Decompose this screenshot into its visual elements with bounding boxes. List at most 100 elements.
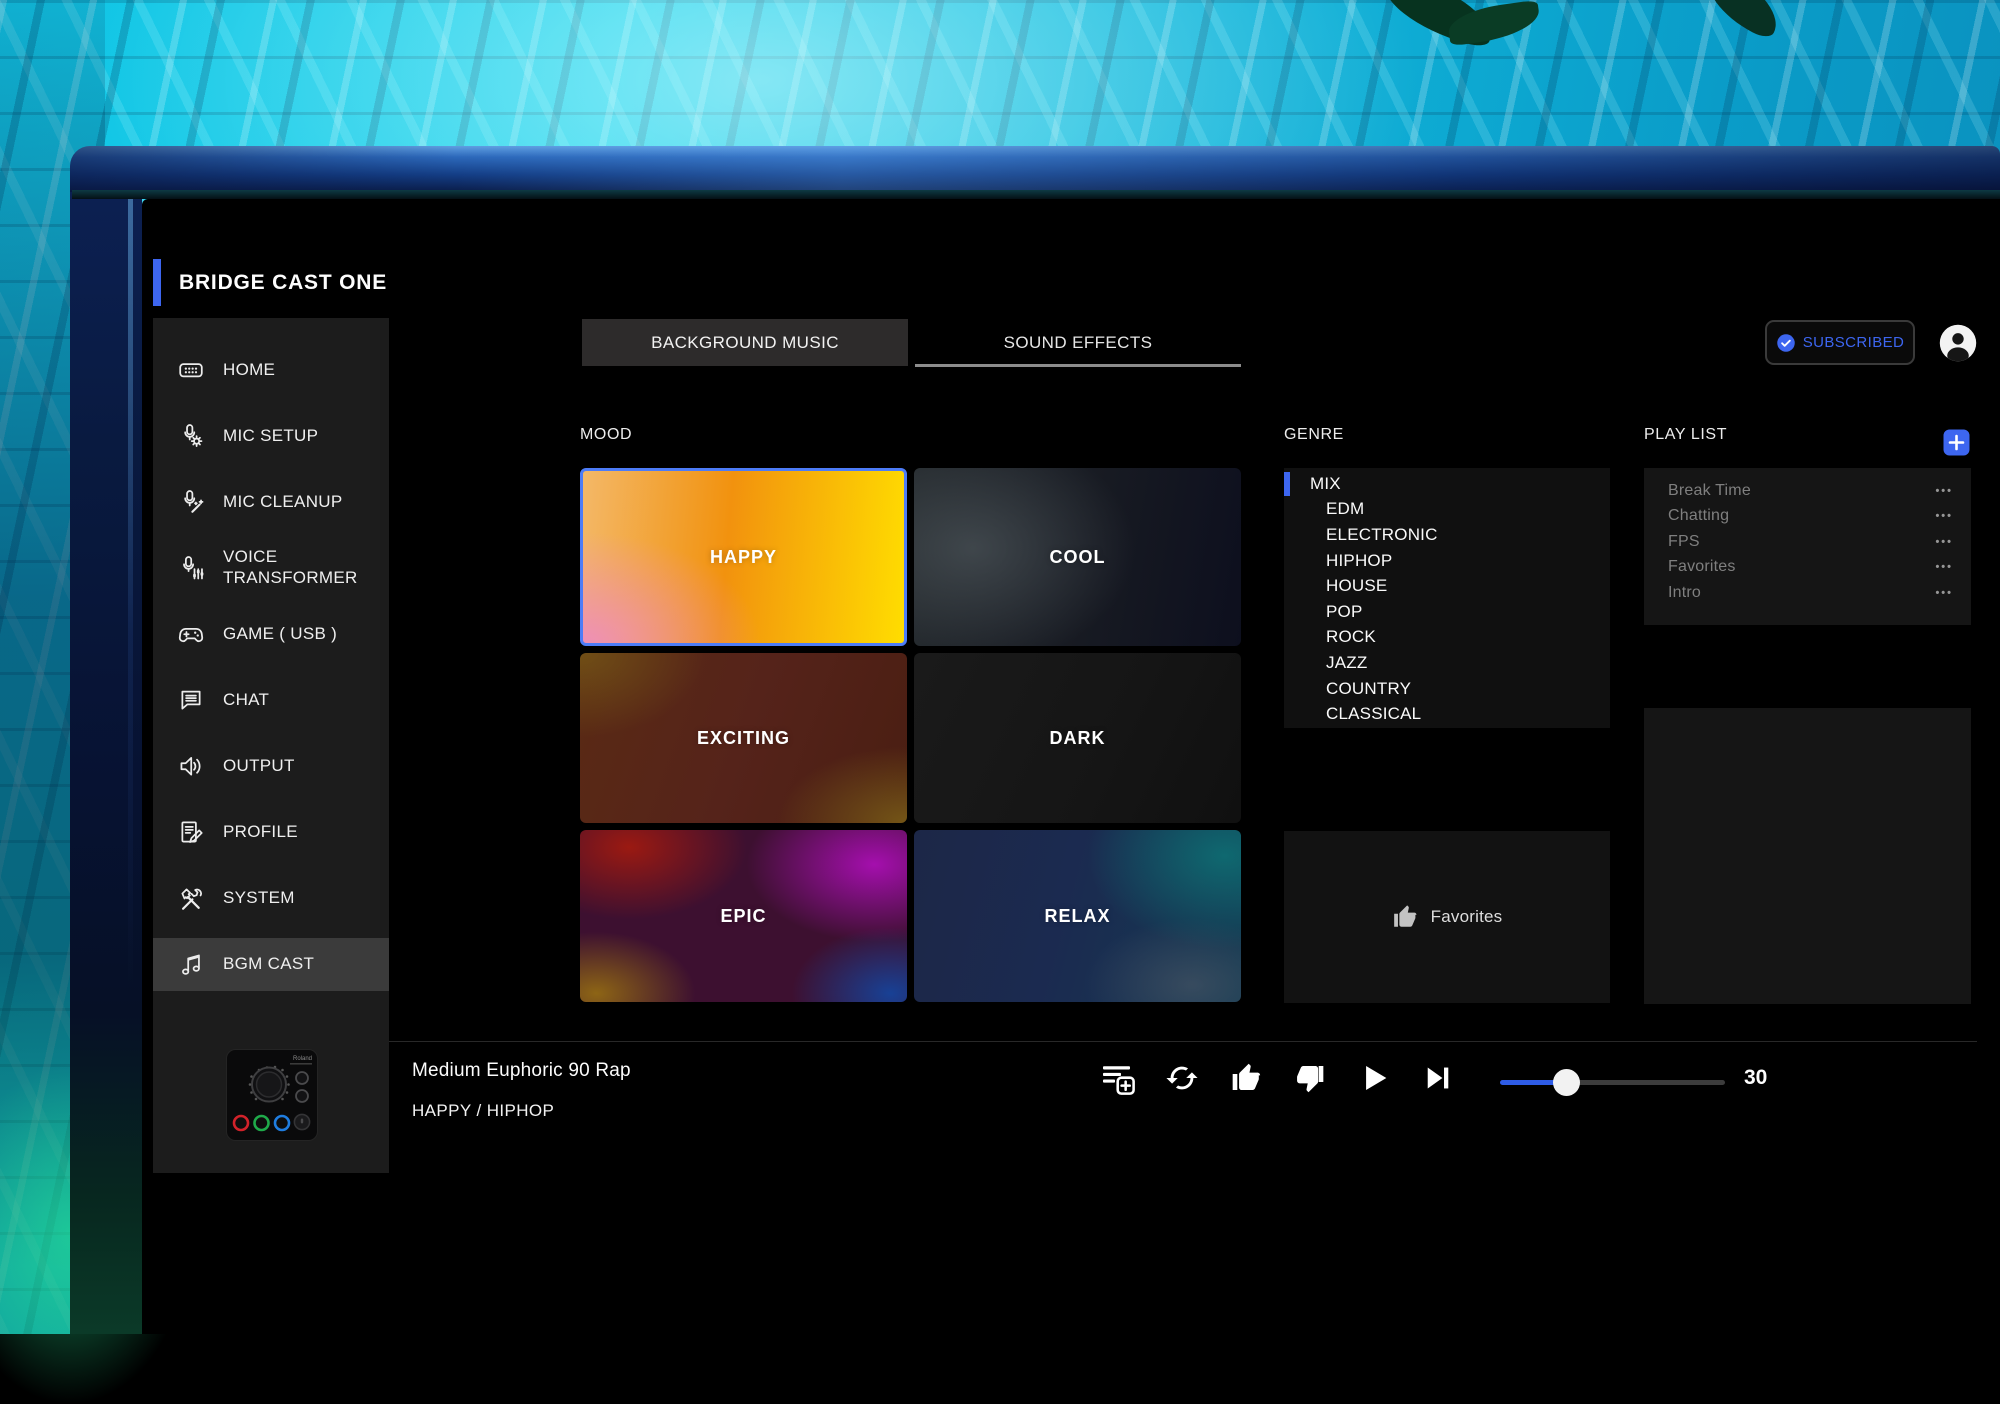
sidebar-item-label: OUTPUT [223, 756, 365, 777]
sidebar-item-mic-setup[interactable]: MIC SETUP [153, 403, 389, 469]
sidebar-item-label: CHAT [223, 690, 365, 711]
selected-indicator [1284, 472, 1290, 496]
play-button[interactable] [1355, 1056, 1393, 1100]
genre-item[interactable]: CLASSICAL [1284, 701, 1610, 727]
sidebar-item-voice-transformer[interactable]: VOICE TRANSFORMER [153, 535, 389, 601]
account-button[interactable] [1939, 324, 1977, 362]
device-preview: Roland [226, 1049, 318, 1146]
add-playlist-button[interactable] [1943, 429, 1970, 456]
sidebar-item-game-usb[interactable]: GAME ( USB ) [153, 601, 389, 667]
sidebar-item-label: MIC SETUP [223, 426, 365, 447]
sidebar-item-mic-cleanup[interactable]: MIC CLEANUP [153, 469, 389, 535]
voice-transformer-icon [174, 554, 208, 582]
genre-item-label: JAZZ [1326, 653, 1367, 673]
more-options-button[interactable]: ••• [1935, 485, 1953, 497]
more-options-button[interactable]: ••• [1935, 536, 1953, 548]
sidebar-item-label: GAME ( USB ) [223, 624, 365, 645]
sidebar-item-label: HOME [223, 360, 365, 381]
app-title: BRIDGE CAST ONE [179, 259, 387, 306]
mood-tile-epic[interactable]: EPIC [580, 830, 907, 1002]
music-note-icon [174, 951, 208, 979]
genre-item[interactable]: POP [1284, 599, 1610, 625]
genre-item-label: POP [1326, 602, 1363, 622]
mood-tile-label: EPIC [720, 906, 766, 927]
volume-slider-thumb[interactable] [1553, 1069, 1580, 1096]
favorites-button[interactable]: Favorites [1284, 831, 1610, 1003]
sidebar: HOME MIC SETUP MIC CLEANUP VOICE TRANSFO… [153, 318, 389, 1173]
sidebar-item-label: VOICE TRANSFORMER [223, 547, 365, 588]
tab-label: BACKGROUND MUSIC [651, 333, 839, 353]
mood-tile-label: DARK [1050, 728, 1106, 749]
genre-item[interactable]: HIPHOP [1284, 548, 1610, 574]
sidebar-item-profile[interactable]: PROFILE [153, 799, 389, 865]
bridge-cast-app: BRIDGE CAST ONE HOME MIC SETUP MIC CLEAN… [0, 0, 2000, 1334]
mood-tile-dark[interactable]: DARK [914, 653, 1241, 823]
playlist-item-label: Favorites [1668, 558, 1736, 576]
genre-item-label: HIPHOP [1326, 551, 1392, 571]
tab-label: SOUND EFFECTS [1004, 333, 1153, 353]
genre-item[interactable]: HOUSE [1284, 573, 1610, 599]
now-playing-meta: HAPPY / HIPHOP [412, 1101, 554, 1121]
speaker-icon [174, 752, 208, 780]
genre-item[interactable]: COUNTRY [1284, 676, 1610, 702]
now-playing-title: Medium Euphoric 90 Rap [412, 1060, 631, 1082]
genre-list: MIX EDM ELECTRONIC HIPHOP HOUSE [1284, 468, 1610, 728]
playlist-add-button[interactable] [1099, 1056, 1137, 1100]
genre-item-label: HOUSE [1326, 576, 1387, 596]
playlist-add-icon [1100, 1060, 1136, 1096]
playlist-item-label: Chatting [1668, 507, 1729, 525]
genre-section-label: GENRE [1284, 426, 1344, 444]
tab-sound-effects[interactable]: SOUND EFFECTS [915, 319, 1241, 366]
favorites-label: Favorites [1431, 907, 1503, 927]
tab-background-music[interactable]: BACKGROUND MUSIC [582, 319, 908, 366]
next-button[interactable] [1419, 1056, 1457, 1100]
genre-item-label: COUNTRY [1326, 679, 1411, 699]
mood-tile-label: RELAX [1044, 906, 1110, 927]
sidebar-item-bgm-cast[interactable]: BGM CAST [153, 938, 389, 991]
skip-next-icon [1419, 1058, 1457, 1098]
more-options-button[interactable]: ••• [1935, 510, 1953, 522]
sidebar-item-home[interactable]: HOME [153, 337, 389, 403]
more-options-button[interactable]: ••• [1935, 561, 1953, 573]
sidebar-item-label: BGM CAST [223, 954, 365, 975]
mood-tile-cool[interactable]: COOL [914, 468, 1241, 646]
genre-item[interactable]: EDM [1284, 497, 1610, 523]
playlist-item-label: FPS [1668, 533, 1700, 551]
volume-slider-track[interactable] [1500, 1080, 1725, 1085]
genre-item-label: ROCK [1326, 627, 1376, 647]
mood-tile-label: COOL [1050, 547, 1106, 568]
genre-item[interactable]: JAZZ [1284, 650, 1610, 676]
playlist-item[interactable]: Intro ••• [1644, 580, 1971, 606]
sidebar-item-system[interactable]: SYSTEM [153, 865, 389, 931]
sidebar-item-label: PROFILE [223, 822, 365, 843]
like-button[interactable] [1227, 1056, 1265, 1100]
thumb-down-icon [1294, 1062, 1326, 1094]
genre-item[interactable]: ROCK [1284, 625, 1610, 651]
genre-item[interactable]: ELECTRONIC [1284, 522, 1610, 548]
mood-section-label: MOOD [580, 426, 632, 444]
subscribed-button[interactable]: SUBSCRIBED [1765, 320, 1915, 365]
avatar-icon [1939, 324, 1977, 362]
thumb-up-icon [1230, 1062, 1262, 1094]
dislike-button[interactable] [1291, 1056, 1329, 1100]
repeat-icon [1165, 1061, 1199, 1095]
mood-tile-relax[interactable]: RELAX [914, 830, 1241, 1002]
tools-icon [174, 884, 208, 912]
sidebar-item-output[interactable]: OUTPUT [153, 733, 389, 799]
repeat-button[interactable] [1163, 1056, 1201, 1100]
playlist-item[interactable]: FPS ••• [1644, 529, 1971, 555]
title-accent-bar [153, 259, 161, 306]
tab-underline [915, 364, 1241, 367]
volume-slider[interactable] [1500, 1067, 1725, 1097]
mood-tile-happy[interactable]: HAPPY [580, 468, 907, 646]
genre-item[interactable]: MIX [1284, 471, 1610, 497]
sidebar-item-label: MIC CLEANUP [223, 492, 365, 513]
mood-tile-exciting[interactable]: EXCITING [580, 653, 907, 823]
playlist-item[interactable]: Break Time ••• [1644, 478, 1971, 504]
gamepad-icon [174, 620, 208, 648]
playlist-item[interactable]: Chatting ••• [1644, 504, 1971, 530]
more-options-button[interactable]: ••• [1935, 587, 1953, 599]
playlist-item[interactable]: Favorites ••• [1644, 555, 1971, 581]
sidebar-item-chat[interactable]: CHAT [153, 667, 389, 733]
volume-value: 30 [1744, 1066, 1767, 1090]
